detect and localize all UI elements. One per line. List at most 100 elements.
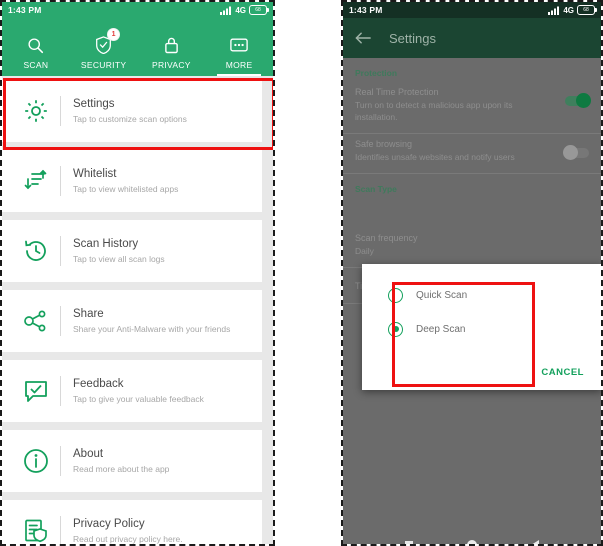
divider [60, 306, 61, 336]
history-clock-icon [16, 238, 56, 264]
setting-row-scan-frequency[interactable]: Scan frequency Daily [343, 198, 601, 267]
main-tab-bar: SCAN 1 SECURITY PRIVACY MORE [2, 18, 273, 76]
real-time-protection-toggle[interactable] [565, 93, 591, 108]
tab-privacy-label: PRIVACY [151, 60, 191, 70]
list-item-text: Whitelist Tap to view whitelisted apps [73, 167, 178, 196]
tab-more[interactable]: MORE [205, 18, 273, 76]
list-item-scan-history[interactable]: Scan History Tap to view all scan logs [2, 220, 263, 282]
tab-scan[interactable]: SCAN [2, 18, 70, 76]
share-icon [16, 309, 56, 333]
setting-desc: Daily [355, 246, 374, 256]
list-item-text: Share Share your Anti-Malware with your … [73, 307, 230, 336]
more-options-list: Settings Tap to customize scan options W… [2, 76, 273, 545]
list-item-feedback[interactable]: Feedback Tap to give your valuable feedb… [2, 360, 263, 422]
list-item-title: Whitelist [73, 167, 117, 180]
setting-row-real-time-protection[interactable]: Real Time Protection Turn on to detect a… [343, 82, 601, 133]
divider [60, 376, 61, 406]
setting-text: Safe browsing Identifies unsafe websites… [355, 138, 515, 163]
list-item-about[interactable]: About Read more about the app [2, 430, 263, 492]
setting-title: Safe browsing [355, 139, 413, 149]
list-item-subtitle: Tap to view all scan logs [73, 253, 165, 264]
list-item-subtitle: Tap to give your valuable feedback [73, 393, 204, 404]
android-nav-bar: wsxdn.com [343, 526, 601, 544]
scan-type-dialog: Quick Scan Deep Scan CANCEL [362, 264, 601, 390]
status-indicators: 4G 68 [220, 5, 269, 15]
battery-icon: 68 [577, 5, 597, 15]
section-header-scan-type: Scan Type [355, 184, 397, 194]
list-item-whitelist[interactable]: Whitelist Tap to view whitelisted apps [2, 150, 263, 212]
status-indicators: 4G 68 [548, 5, 597, 15]
radio-option-label: Deep Scan [416, 323, 466, 335]
safe-browsing-toggle[interactable] [563, 145, 589, 160]
list-item-subtitle: Read more about the app [73, 463, 170, 474]
list-item-title: Scan History [73, 237, 139, 250]
info-icon [16, 448, 56, 474]
signal-bars-icon [220, 6, 232, 15]
status-time: 1:43 PM [349, 5, 383, 15]
whitelist-sort-icon [16, 169, 56, 193]
tab-privacy[interactable]: PRIVACY [138, 18, 206, 76]
signal-bars-icon [548, 6, 560, 15]
settings-content: Protection Real Time Protection Turn on … [343, 58, 601, 526]
list-item-title: Feedback [73, 377, 124, 390]
right-status-bar: 1:43 PM 4G 68 [343, 2, 601, 18]
divider [60, 446, 61, 476]
left-status-bar: 1:43 PM 4G 68 [2, 2, 273, 18]
radio-unselected-icon [388, 287, 403, 303]
network-type-label: 4G [563, 5, 574, 15]
list-item-title: Settings [73, 97, 115, 110]
shield-check-icon: 1 [95, 29, 120, 58]
cancel-button[interactable]: CANCEL [537, 363, 588, 382]
setting-title: Scan frequency [355, 233, 418, 243]
arrow-left-icon[interactable] [355, 31, 375, 45]
list-item-subtitle: Share your Anti-Malware with your friend… [73, 323, 231, 334]
radio-option-label: Quick Scan [416, 289, 468, 301]
dialog-actions: CANCEL [537, 362, 588, 382]
list-item-text: Scan History Tap to view all scan logs [73, 237, 165, 266]
setting-row-safe-browsing[interactable]: Safe browsing Identifies unsafe websites… [343, 134, 601, 173]
feedback-chat-check-icon [16, 379, 56, 404]
divider [60, 236, 61, 266]
radio-option-deep-scan[interactable]: Deep Scan [362, 312, 601, 346]
setting-title: Real Time Protection [355, 87, 439, 97]
network-type-label: 4G [235, 5, 246, 15]
list-item-subtitle: Read out privacy policy here. [73, 533, 183, 544]
lock-icon [164, 32, 179, 58]
list-item-settings[interactable]: Settings Tap to customize scan options [2, 80, 263, 142]
radio-option-quick-scan[interactable]: Quick Scan [362, 278, 601, 312]
list-item-title: Privacy Policy [73, 517, 145, 530]
settings-app-bar: Settings [343, 18, 601, 58]
battery-icon: 68 [249, 5, 269, 15]
radio-selected-icon [388, 321, 403, 337]
tab-more-label: MORE [225, 60, 253, 70]
divider [60, 516, 61, 544]
list-item-privacy-policy[interactable]: Privacy Policy Read out privacy policy h… [2, 500, 263, 545]
gear-icon [16, 98, 56, 124]
left-phone-panel: 1:43 PM 4G 68 SCAN 1 SECURITY PRIVACY MO… [0, 0, 275, 546]
list-item-text: About Read more about the app [73, 447, 169, 476]
battery-level-label: 68 [255, 6, 261, 13]
square-recents-icon[interactable] [405, 541, 413, 544]
triangle-back-icon[interactable] [531, 540, 539, 544]
setting-desc: Identifies unsafe websites and notify us… [355, 152, 515, 162]
list-item-text: Feedback Tap to give your valuable feedb… [73, 377, 204, 406]
page-title: Settings [389, 30, 436, 46]
tab-security-label: SECURITY [80, 60, 127, 70]
divider [60, 166, 61, 196]
list-item-title: Share [73, 307, 104, 320]
list-item-share[interactable]: Share Share your Anti-Malware with your … [2, 290, 263, 352]
setting-desc: Turn on to detect a malicious app upon i… [355, 100, 513, 122]
security-badge-count: 1 [108, 29, 120, 40]
more-card-icon [230, 32, 248, 58]
battery-level-label: 68 [583, 6, 589, 13]
list-item-subtitle: Tap to view whitelisted apps [73, 183, 179, 194]
setting-text: Real Time Protection Turn on to detect a… [355, 86, 541, 123]
circle-home-icon[interactable] [467, 540, 477, 544]
screenshot-stage: 1:43 PM 4G 68 SCAN 1 SECURITY PRIVACY MO… [0, 0, 603, 546]
setting-text: Scan frequency Daily [355, 232, 418, 257]
tab-scan-label: SCAN [23, 60, 49, 70]
tab-security[interactable]: 1 SECURITY [70, 18, 138, 76]
section-header-protection: Protection [355, 68, 398, 78]
list-item-text: Privacy Policy Read out privacy policy h… [73, 517, 183, 545]
divider [60, 96, 61, 126]
